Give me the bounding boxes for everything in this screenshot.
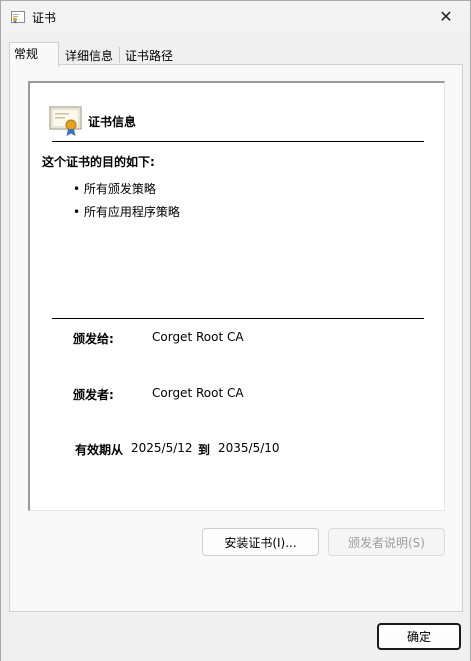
certificate-info-box: 证书信息 这个证书的目的如下: • 所有颁发策略 • 所有应用程序策略 颁发给:… [28, 81, 445, 511]
purpose-item: • 所有应用程序策略 [73, 205, 180, 219]
certificate-info-header: 证书信息 [88, 115, 137, 129]
validity-to-label: 到 [198, 443, 211, 457]
tab-panel-general: 证书信息 这个证书的目的如下: • 所有颁发策略 • 所有应用程序策略 颁发给:… [9, 64, 463, 612]
issued-by-label: 颁发者: [73, 388, 114, 402]
valid-to-value: 2035/5/10 [218, 441, 280, 455]
valid-from-value: 2025/5/12 [131, 441, 193, 455]
certificate-icon [49, 106, 82, 136]
install-certificate-button[interactable]: 安装证书(I)... [202, 528, 319, 556]
certificate-icon [11, 11, 25, 24]
tab-details[interactable]: 详细信息 [60, 44, 118, 65]
title-bar[interactable]: 证书 ✕ [1, 1, 470, 33]
purpose-title: 这个证书的目的如下: [42, 155, 155, 169]
validity-label: 有效期从 [75, 443, 124, 457]
purpose-item: • 所有颁发策略 [73, 182, 156, 196]
details-divider [52, 318, 424, 319]
issued-by-value: Corget Root CA [152, 386, 244, 400]
issuer-statement-label: 颁发者说明(S) [348, 535, 425, 550]
tab-label: 证书路径 [125, 49, 174, 63]
tab-label: 详细信息 [65, 49, 114, 63]
issued-to-value: Corget Root CA [152, 330, 244, 344]
close-icon: ✕ [439, 6, 453, 26]
tab-label: 常规 [14, 47, 39, 61]
close-button[interactable]: ✕ [424, 1, 468, 31]
tab-certification-path[interactable]: 证书路径 [120, 44, 178, 65]
dialog-footer: 确定 [1, 613, 470, 661]
certificate-dialog: 证书 ✕ 常规 详细信息 证书路径 证书信息 这个证书的目的如下: • 所有颁发… [0, 0, 471, 661]
window-title: 证书 [32, 11, 57, 25]
issued-to-label: 颁发给: [73, 332, 114, 346]
header-divider [52, 141, 424, 142]
issuer-statement-button[interactable]: 颁发者说明(S) [328, 528, 445, 556]
install-certificate-label: 安装证书(I)... [224, 535, 297, 550]
tab-general[interactable]: 常规 [9, 42, 59, 67]
ok-label: 确定 [406, 630, 431, 644]
ok-button[interactable]: 确定 [377, 623, 461, 650]
